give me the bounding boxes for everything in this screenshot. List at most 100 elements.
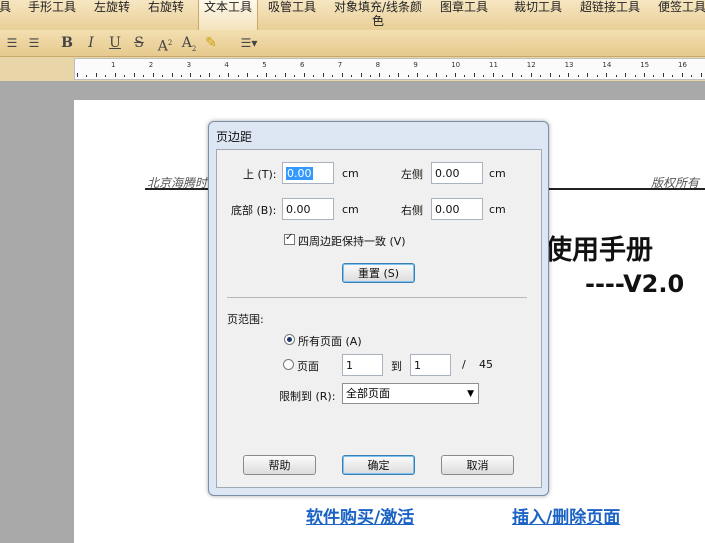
tab-rotate-left[interactable]: 左旋转: [90, 0, 134, 30]
reset-button[interactable]: 重置 (S): [342, 263, 415, 283]
format-toolbar: ☰ ☰ B I U S A2 A2 ✎ ☰▾: [0, 30, 705, 57]
ruler-tick: [114, 73, 116, 77]
ruler-tick: [483, 75, 485, 77]
from-page-input[interactable]: 1: [342, 354, 383, 376]
tab-text-tool[interactable]: 文本工具: [198, 0, 258, 31]
highlighter-icon[interactable]: ✎: [202, 34, 220, 52]
top-margin-input[interactable]: 0.00: [282, 162, 334, 184]
ruler-tick: [133, 73, 135, 77]
to-label: 到: [391, 360, 402, 373]
align-right-icon[interactable]: ☰: [4, 34, 20, 52]
subscript-icon[interactable]: A2: [180, 34, 198, 53]
tab-hyperlink[interactable]: 超链接工具: [576, 0, 644, 30]
page-range-label: 页范围:: [227, 313, 264, 326]
horizontal-ruler[interactable]: 1 2 3 4 5 6 7 8 9 10 11 12 13 14 15 16: [74, 58, 705, 80]
tab-rotate-right[interactable]: 右旋转: [144, 0, 188, 30]
tab-stamp-tool[interactable]: 图章工具: [436, 0, 492, 30]
ruler-tick: [171, 73, 173, 77]
bottom-margin-label: 底部 (B):: [231, 204, 277, 217]
ruler-number: 13: [564, 61, 574, 69]
ruler-tick: [596, 75, 598, 77]
ruler-tick: [568, 73, 570, 77]
ruler-number: 2: [148, 61, 154, 69]
right-margin-input[interactable]: 0.00: [431, 198, 483, 220]
ruler-tick: [303, 73, 305, 77]
left-margin-unit: cm: [489, 167, 506, 180]
tab-eyedropper[interactable]: 吸管工具: [264, 0, 320, 30]
ruler-tick: [464, 75, 466, 77]
ruler-tick: [266, 73, 267, 77]
to-page-input[interactable]: 1: [410, 354, 451, 376]
ruler-number: 9: [413, 61, 418, 69]
superscript-icon[interactable]: A2: [156, 34, 174, 55]
underline-icon[interactable]: U: [108, 34, 122, 52]
ruler-tick: [653, 75, 655, 77]
tab-fill-color[interactable]: 对象填充/线条颜色: [330, 0, 426, 30]
ruler-tick: [615, 75, 617, 77]
ruler-tick: [388, 75, 390, 77]
ruler-tick: [473, 73, 475, 77]
ruler-tick: [521, 75, 523, 77]
ruler-tick: [341, 73, 343, 77]
ruler-tick: [436, 73, 438, 77]
tab-crop-tool[interactable]: 裁切工具: [510, 0, 566, 30]
ruler-tick: [256, 75, 258, 77]
ruler-tick: [426, 75, 428, 77]
top-margin-label: 上 (T):: [243, 168, 277, 181]
buy-activate-link[interactable]: 软件购买/激活: [306, 503, 414, 528]
document-version: ----V2.0: [585, 270, 685, 298]
ruler-tick: [95, 73, 97, 77]
all-pages-radio[interactable]: [284, 334, 295, 345]
ruler-tick: [455, 73, 456, 77]
dialog-separator: [227, 297, 527, 298]
ruler-number: 12: [526, 61, 536, 69]
document-title: 使用手册: [545, 235, 653, 266]
dropdown-arrow-icon: ▼: [467, 389, 474, 399]
left-margin-input[interactable]: 0.00: [431, 162, 483, 184]
limit-to-select[interactable]: 全部页面 ▼: [342, 383, 479, 404]
bold-icon[interactable]: B: [60, 34, 74, 52]
justify-icon[interactable]: ☰: [26, 34, 42, 52]
dialog-body: [216, 149, 542, 488]
top-margin-value: 0.00: [286, 167, 313, 180]
ruler-number: 5: [262, 61, 267, 69]
ruler-tick: [577, 75, 579, 77]
tab-note-tool[interactable]: 便签工具: [654, 0, 705, 30]
left-margin-label: 左侧: [401, 168, 423, 181]
ruler-tick: [606, 73, 608, 77]
ruler-number: 1: [111, 61, 116, 69]
ruler-tick: [105, 75, 107, 77]
ruler-number: 16: [678, 61, 687, 69]
ruler-number: 4: [224, 61, 229, 69]
italic-icon[interactable]: I: [84, 34, 98, 52]
ruler-tick: [124, 75, 126, 77]
cancel-button[interactable]: 取消: [441, 455, 514, 475]
insert-delete-pages-link[interactable]: 插入/删除页面: [512, 503, 620, 528]
ruler-tick: [332, 75, 334, 77]
ruler-tick: [540, 75, 542, 77]
ruler-number: 3: [186, 61, 192, 69]
ruler-tick: [162, 75, 164, 77]
ruler-tick: [691, 75, 693, 77]
ruler-tick: [644, 73, 645, 77]
ruler-tick: [662, 73, 664, 77]
ruler-tick: [369, 75, 371, 77]
pages-radio[interactable]: [283, 359, 294, 370]
ruler-tick: [313, 75, 315, 77]
ruler-tick: [625, 73, 627, 77]
ruler-tick: [77, 73, 78, 77]
ruler-tick: [275, 75, 277, 77]
ruler-tick: [351, 75, 353, 77]
ruler-tick: [143, 75, 145, 77]
line-spacing-icon[interactable]: ☰▾: [236, 34, 262, 52]
ruler-tick: [587, 73, 589, 77]
ruler-tick: [407, 75, 409, 77]
ruler-tick: [152, 73, 154, 77]
tab-hand-tool[interactable]: 手形工具: [24, 0, 80, 30]
tab-partial[interactable]: 具: [0, 0, 12, 30]
ok-button[interactable]: 确定: [342, 455, 415, 475]
bottom-margin-input[interactable]: 0.00: [282, 198, 334, 220]
strikethrough-icon[interactable]: S: [132, 34, 146, 52]
help-button[interactable]: 帮助: [243, 455, 316, 475]
uniform-margin-checkbox[interactable]: [284, 232, 295, 245]
